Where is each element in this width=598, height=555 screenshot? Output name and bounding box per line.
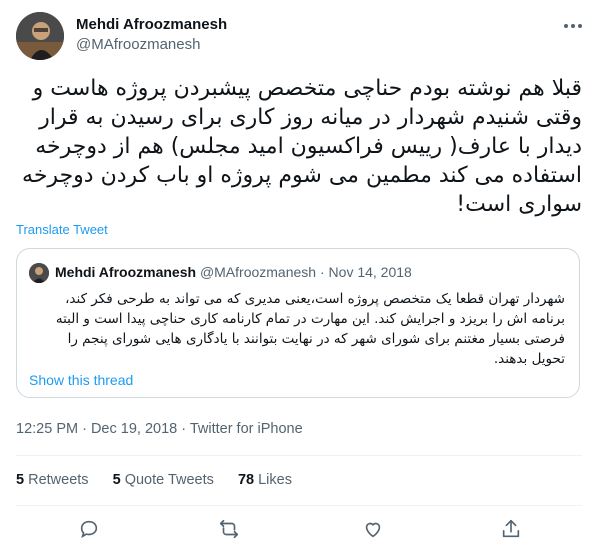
quote-tweets-count: 5 bbox=[112, 472, 121, 488]
share-icon[interactable] bbox=[500, 518, 522, 540]
retweet-icon[interactable] bbox=[218, 518, 240, 540]
quote-tweets-label: Quote Tweets bbox=[124, 472, 214, 488]
retweets-count: 5 bbox=[16, 472, 25, 488]
avatar[interactable] bbox=[16, 12, 64, 60]
show-thread-link[interactable]: Show this thread bbox=[29, 372, 133, 388]
quoted-tweet[interactable]: Mehdi Afroozmanesh @MAfroozmanesh · Nov … bbox=[16, 248, 580, 398]
divider bbox=[16, 505, 582, 506]
quoted-author-handle: @MAfroozmanesh bbox=[199, 264, 317, 280]
divider bbox=[16, 455, 582, 456]
tweet-card: Mehdi Afroozmanesh @MAfroozmanesh قبلا ه… bbox=[0, 0, 598, 555]
likes-label: Likes bbox=[258, 472, 292, 488]
more-icon[interactable] bbox=[562, 18, 584, 34]
engagement-stats: 5 Retweets 5 Quote Tweets 78 Likes bbox=[16, 472, 312, 488]
avatar-image bbox=[16, 12, 64, 60]
quoted-separator: · bbox=[316, 264, 329, 280]
quoted-header: Mehdi Afroozmanesh @MAfroozmanesh · Nov … bbox=[55, 264, 412, 280]
quoted-avatar bbox=[29, 263, 49, 283]
retweets-label: Retweets bbox=[28, 472, 89, 488]
tweet-text: قبلا هم نوشته بودم حناچی متخصص پیشبردن پ… bbox=[22, 76, 582, 217]
heart-icon[interactable] bbox=[362, 518, 384, 540]
translate-tweet-link[interactable]: Translate Tweet bbox=[16, 222, 108, 237]
reply-icon[interactable] bbox=[78, 518, 100, 540]
likes-stat[interactable]: 78 Likes bbox=[238, 472, 292, 488]
author-name[interactable]: Mehdi Afroozmanesh bbox=[76, 16, 227, 33]
quoted-tweet-text: شهردار تهران قطعا یک متخصص پروژه است،یعن… bbox=[55, 291, 565, 367]
tweet-timestamp[interactable]: 12:25 PM · Dec 19, 2018 · Twitter for iP… bbox=[16, 421, 303, 437]
quoted-author-name: Mehdi Afroozmanesh bbox=[55, 264, 197, 280]
author-handle[interactable]: @MAfroozmanesh bbox=[76, 36, 200, 53]
retweets-stat[interactable]: 5 Retweets bbox=[16, 472, 89, 488]
likes-count: 78 bbox=[237, 472, 255, 488]
quoted-date: Nov 14, 2018 bbox=[328, 264, 412, 280]
quote-tweets-stat[interactable]: 5 Quote Tweets bbox=[113, 472, 214, 488]
